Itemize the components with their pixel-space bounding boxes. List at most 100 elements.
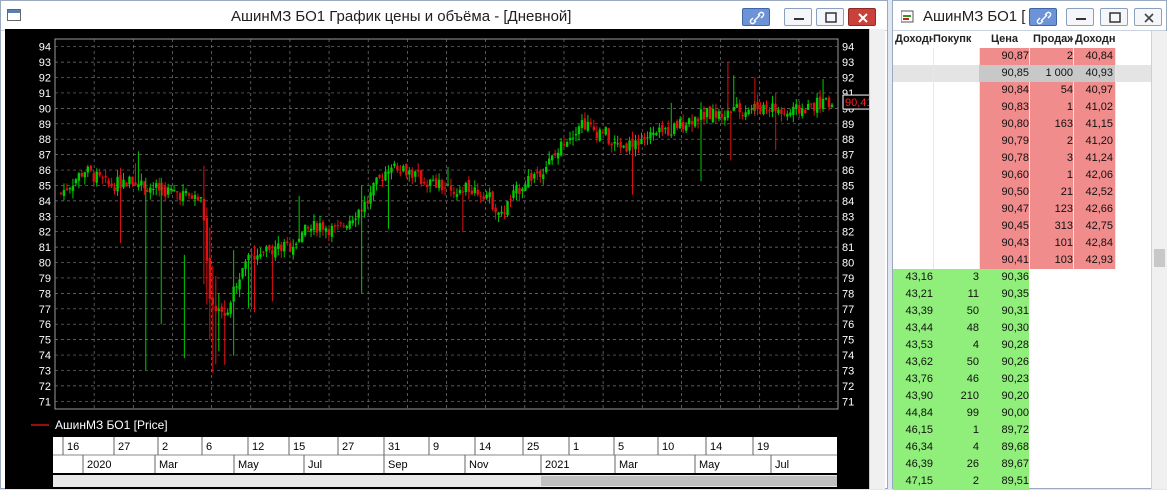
legend-label: АшинМЗ БО1 [Price]: [55, 418, 168, 432]
candle-body: [503, 212, 506, 215]
bid-row[interactable]: 44,84 99 90,00: [893, 405, 1151, 422]
candle-body: [327, 229, 331, 235]
ask-row[interactable]: 90,60 1 42,06: [893, 167, 1151, 184]
bid-row[interactable]: 46,15 1 89,72: [893, 422, 1151, 439]
candle-body: [759, 105, 762, 112]
quotes-vertical-scrollbar[interactable]: [1151, 31, 1167, 489]
candle-body: [440, 180, 444, 191]
y-tick-left: 93: [39, 57, 51, 69]
candle-body: [699, 109, 703, 120]
quotes-maximize-button[interactable]: [1100, 8, 1128, 26]
candle-body: [613, 141, 616, 144]
ask-row[interactable]: 90,45 313 42,75: [893, 218, 1151, 235]
candle-body: [530, 172, 533, 181]
ask-row[interactable]: 90,41 103 42,93: [893, 252, 1151, 269]
quotes-close-button[interactable]: [1134, 8, 1162, 26]
ask-row[interactable]: 90,87 2 40,84: [893, 48, 1151, 65]
bid-row[interactable]: 43,76 46 90,23: [893, 371, 1151, 388]
bid-row[interactable]: 43,90 210 90,20: [893, 388, 1151, 405]
bid-row[interactable]: 43,44 48 90,30: [893, 320, 1151, 337]
candle-body: [122, 179, 125, 188]
candle-body: [661, 125, 664, 132]
y-tick-left: 76: [39, 319, 51, 331]
bid-row[interactable]: 43,39 50 90,31: [893, 303, 1151, 320]
price-chart[interactable]: 71 72 73 74 75 76 77 78 79 80 81 82 83 84 85 86 87 88 89 90…: [5, 29, 869, 489]
candle-body: [771, 103, 774, 113]
col-price[interactable]: Цена: [991, 33, 1029, 45]
ask-row[interactable]: 90,84 54 40,97: [893, 82, 1151, 99]
bid-row[interactable]: 47,15 2 89,51: [893, 473, 1151, 490]
col-ask-qty[interactable]: Продаж: [1033, 33, 1073, 45]
candle-body: [381, 179, 384, 181]
candle-body: [741, 115, 744, 117]
candle-body: [98, 171, 101, 176]
minimize-button[interactable]: [784, 8, 812, 26]
ask-row[interactable]: 90,50 21 42,52: [893, 184, 1151, 201]
ask-row[interactable]: 90,85 1 000 40,93: [893, 65, 1151, 82]
candle-body: [196, 196, 200, 201]
ask-yield: 42,66: [1085, 203, 1113, 215]
close-icon: [858, 13, 868, 23]
maximize-button[interactable]: [816, 8, 844, 26]
candle-body: [277, 243, 280, 250]
candle-body: [574, 134, 578, 136]
quotes-link-button[interactable]: [1029, 8, 1057, 26]
candle-body: [756, 101, 759, 109]
candle-body: [71, 185, 75, 191]
bid-row[interactable]: 43,62 50 90,26: [893, 354, 1151, 371]
quotes-minimize-button[interactable]: [1066, 8, 1094, 26]
candle-body: [744, 112, 747, 117]
ask-row[interactable]: 90,80 163 41,15: [893, 116, 1151, 133]
window-menu-icon[interactable]: [7, 9, 21, 21]
x-period-tick: Jul: [775, 459, 789, 471]
chart-window-title: АшинМЗ БО1 График цены и объёма - [Дневн…: [231, 8, 572, 25]
candle-body: [500, 211, 503, 214]
bid-row[interactable]: 43,16 3 90,36: [893, 269, 1151, 286]
col-bid-yield[interactable]: Доходн: [895, 33, 933, 45]
candle-body: [155, 183, 158, 188]
close-button[interactable]: [848, 8, 876, 26]
candle-body: [193, 195, 197, 200]
legend: АшинМЗ БО1 [Price]: [31, 418, 168, 432]
ask-row[interactable]: 90,43 101 42,84: [893, 235, 1151, 252]
col-ask-yield[interactable]: Доходн: [1075, 33, 1119, 45]
col-bid-qty[interactable]: Покупк: [933, 33, 979, 45]
maximize-icon: [1109, 12, 1121, 23]
link-button[interactable]: [742, 8, 770, 26]
column-divider: [1115, 48, 1116, 269]
bid-qty: 2: [972, 475, 979, 487]
bid-row[interactable]: 46,34 4 89,68: [893, 439, 1151, 456]
x-period-tick: May: [699, 459, 720, 471]
y-tick-left: 88: [39, 134, 51, 146]
horizontal-scrollbar[interactable]: [53, 475, 837, 487]
bid-row[interactable]: 43,53 4 90,28: [893, 337, 1151, 354]
bid-row[interactable]: 43,21 11 90,35: [893, 286, 1151, 303]
candle-body: [562, 144, 566, 146]
candle-body: [655, 133, 658, 136]
bid-qty: 46: [966, 373, 979, 385]
candle-body: [786, 113, 789, 117]
ask-row[interactable]: 90,78 3 41,24: [893, 150, 1151, 167]
candle-body: [262, 251, 265, 253]
candle-body: [408, 170, 411, 175]
chart-vertical-scrollbar[interactable]: [869, 29, 885, 489]
candle-body: [747, 110, 750, 114]
ask-row[interactable]: 90,79 2 41,20: [893, 133, 1151, 150]
ask-yield: 41,15: [1085, 118, 1113, 130]
candle-body: [830, 104, 834, 108]
ask-row[interactable]: 90,83 1 41,02: [893, 99, 1151, 116]
candle-body: [348, 220, 351, 229]
bid-row[interactable]: 46,39 26 89,67: [893, 456, 1151, 473]
candle-body: [363, 201, 366, 213]
ask-row[interactable]: 90,47 123 42,66: [893, 201, 1151, 218]
candle-body: [568, 138, 572, 141]
candle-body: [455, 194, 459, 197]
candle-body: [667, 126, 670, 136]
ask-price: 90,47: [1001, 203, 1029, 215]
scrollbar-thumb[interactable]: [1154, 249, 1165, 267]
x-period-tick: Mar: [159, 459, 178, 471]
x-period-tick: Nov: [469, 459, 489, 471]
candle-body: [83, 172, 87, 178]
candle-body: [238, 279, 241, 290]
x-axis: 16 27 2 6 12 15 27 31 9 14 25 1 5 10 14 192020 Mar May Jul…: [53, 437, 837, 473]
